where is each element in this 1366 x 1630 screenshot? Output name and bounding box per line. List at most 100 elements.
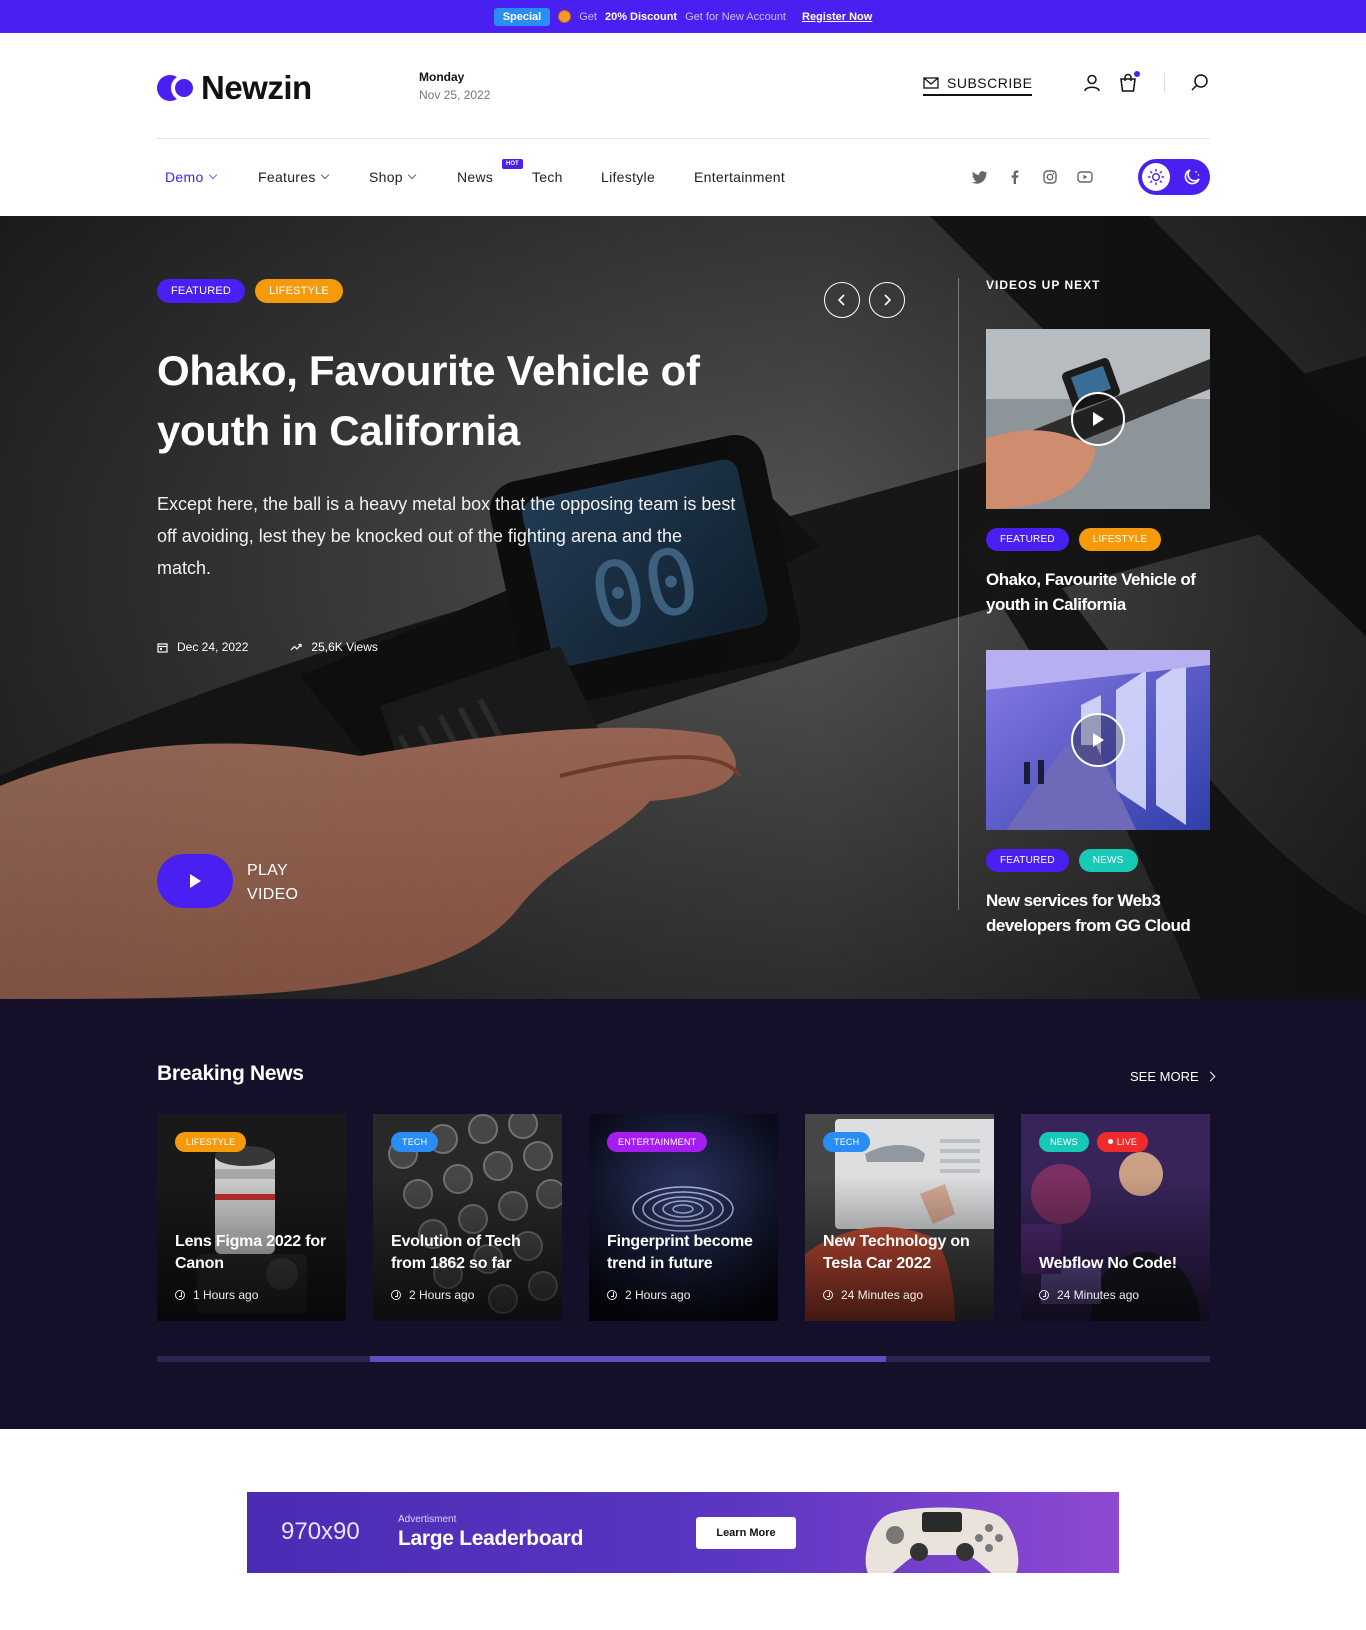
- see-more-link[interactable]: SEE MORE: [1130, 1069, 1216, 1084]
- site-header: Newzin Monday Nov 25, 2022 SUBSCRIBE: [157, 33, 1210, 139]
- tag-lifestyle[interactable]: LIFESTYLE: [1078, 528, 1162, 551]
- calendar-icon: [157, 642, 168, 653]
- hero-views-text: 25,6K Views: [311, 640, 378, 654]
- cart-button[interactable]: [1118, 71, 1140, 93]
- news-card[interactable]: ENTERTAINMENT Fingerprint become trend i…: [589, 1114, 778, 1321]
- search-icon[interactable]: [1190, 73, 1210, 93]
- nav-label: News: [457, 169, 494, 185]
- clock-icon: [823, 1290, 833, 1300]
- news-card-title[interactable]: Webflow No Code!: [1039, 1253, 1207, 1275]
- news-card-title[interactable]: Fingerprint become trend in future: [607, 1231, 775, 1275]
- video-title[interactable]: Ohako, Favourite Vehicle of youth in Cal…: [986, 567, 1210, 617]
- nav-item-tech[interactable]: Tech: [532, 169, 563, 185]
- news-card-tags: TECH: [391, 1132, 439, 1152]
- news-card-tags: TECH: [823, 1132, 871, 1152]
- clock-icon: [607, 1290, 617, 1300]
- nav-item-entertainment[interactable]: Entertainment: [694, 169, 785, 185]
- register-now-link[interactable]: Register Now: [802, 11, 872, 23]
- news-card[interactable]: TECH Evolution of Tech from 1862 so far …: [373, 1114, 562, 1321]
- nav-label: Features: [258, 169, 316, 185]
- news-card-tags: NEWS LIVE: [1039, 1132, 1149, 1152]
- news-card-time: 24 Minutes ago: [823, 1288, 923, 1302]
- hero-prev-button[interactable]: [824, 282, 860, 318]
- clock-icon: [1039, 1290, 1049, 1300]
- header-divider: [1164, 73, 1165, 93]
- video-title[interactable]: New services for Web3 developers from GG…: [986, 888, 1210, 938]
- cart-badge-dot: [1134, 71, 1140, 77]
- video-card[interactable]: FEATURED LIFESTYLE Ohako, Favourite Vehi…: [986, 329, 1210, 617]
- news-card-title[interactable]: New Technology on Tesla Car 2022: [823, 1231, 991, 1275]
- advert-size: 970x90: [281, 1518, 360, 1545]
- nav-item-demo[interactable]: Demo: [165, 169, 217, 185]
- chevron-down-icon: [320, 170, 329, 180]
- news-card-time: 1 Hours ago: [175, 1288, 258, 1302]
- news-card[interactable]: TECH New Technology on Tesla Car 2022 24…: [805, 1114, 994, 1321]
- logo-text: Newzin: [201, 69, 312, 106]
- tag-tech[interactable]: TECH: [823, 1132, 871, 1152]
- breaking-news-section: Breaking News SEE MORE LIFESTYLE Lens Fi…: [0, 999, 1366, 1429]
- news-card[interactable]: LIFESTYLE Lens Figma 2022 for Canon 1 Ho…: [157, 1114, 346, 1321]
- news-card[interactable]: NEWS LIVE Webflow No Code! 24 Minutes ag…: [1021, 1114, 1210, 1321]
- subscribe-label: SUBSCRIBE: [947, 75, 1033, 91]
- theme-toggle[interactable]: [1138, 159, 1210, 195]
- tag-news[interactable]: NEWS: [1078, 849, 1138, 872]
- nav-label: Shop: [369, 169, 403, 185]
- news-card-time: 2 Hours ago: [607, 1288, 690, 1302]
- nav-item-shop[interactable]: Shop: [369, 169, 417, 185]
- carousel-scrollbar[interactable]: [157, 1356, 1210, 1362]
- nav-item-news[interactable]: News: [457, 169, 493, 185]
- special-badge: Special: [493, 7, 551, 26]
- clock-icon: [391, 1290, 401, 1300]
- video-play-button[interactable]: [1071, 713, 1125, 767]
- facebook-icon[interactable]: [1006, 168, 1024, 186]
- advert-banner[interactable]: 970x90 Advertisment Large Leaderboard Le…: [247, 1492, 1119, 1573]
- tag-featured[interactable]: FEATURED: [986, 528, 1069, 551]
- see-more-label: SEE MORE: [1130, 1069, 1199, 1084]
- tag-featured[interactable]: FEATURED: [157, 279, 246, 303]
- tag-lifestyle[interactable]: LIFESTYLE: [255, 279, 343, 303]
- news-card-tags: LIFESTYLE: [175, 1132, 247, 1152]
- news-card-time: 2 Hours ago: [391, 1288, 474, 1302]
- subscribe-button[interactable]: SUBSCRIBE: [923, 75, 1033, 96]
- play-video-button[interactable]: [157, 854, 233, 908]
- tag-lifestyle[interactable]: LIFESTYLE: [175, 1132, 247, 1152]
- play-video-label[interactable]: PLAY VIDEO: [247, 859, 298, 907]
- video-thumbnail[interactable]: [986, 650, 1210, 830]
- carousel-scrollbar-thumb[interactable]: [370, 1356, 886, 1362]
- video-play-button[interactable]: [1071, 392, 1125, 446]
- gift-icon: [558, 10, 572, 23]
- learn-more-button[interactable]: Learn More: [696, 1517, 796, 1549]
- videos-up-next-heading: VIDEOS UP NEXT: [986, 278, 1101, 292]
- moon-icon: [1184, 169, 1200, 185]
- promo-text-pre: Get: [579, 10, 597, 23]
- nav-item-lifestyle[interactable]: Lifestyle: [601, 169, 655, 185]
- hero-next-button[interactable]: [869, 282, 905, 318]
- news-card-time-text: 2 Hours ago: [409, 1288, 475, 1302]
- tag-live[interactable]: LIVE: [1096, 1132, 1149, 1152]
- user-icon[interactable]: [1082, 73, 1102, 93]
- tag-news[interactable]: NEWS: [1039, 1132, 1089, 1152]
- video-card[interactable]: FEATURED NEWS New services for Web3 deve…: [986, 650, 1210, 938]
- youtube-icon[interactable]: [1076, 168, 1094, 186]
- video-tags: FEATURED LIFESTYLE: [986, 528, 1210, 551]
- video-thumbnail[interactable]: [986, 329, 1210, 509]
- logo[interactable]: Newzin: [157, 69, 312, 107]
- news-card-time-text: 1 Hours ago: [193, 1288, 259, 1302]
- nav-item-features[interactable]: Features: [258, 169, 329, 185]
- promo-text-post: Get for New Account: [685, 10, 786, 23]
- instagram-icon[interactable]: [1041, 168, 1059, 186]
- nav-label: Tech: [532, 169, 563, 185]
- hero-tags: FEATURED LIFESTYLE: [157, 279, 343, 303]
- tag-entertainment[interactable]: ENTERTAINMENT: [607, 1132, 708, 1152]
- hero-title[interactable]: Ohako, Favourite Vehicle of youth in Cal…: [157, 341, 777, 461]
- tag-tech[interactable]: TECH: [391, 1132, 439, 1152]
- news-card-title[interactable]: Evolution of Tech from 1862 so far: [391, 1231, 559, 1275]
- hero-description: Except here, the ball is a heavy metal b…: [157, 494, 736, 578]
- gamepad-icon: [865, 1507, 1019, 1573]
- hot-badge: HOT: [502, 159, 523, 169]
- twitter-icon[interactable]: [971, 168, 989, 186]
- trending-icon: [290, 643, 302, 651]
- news-card-title[interactable]: Lens Figma 2022 for Canon: [175, 1231, 343, 1275]
- tag-live-label: LIVE: [1116, 1137, 1138, 1147]
- tag-featured[interactable]: FEATURED: [986, 849, 1069, 872]
